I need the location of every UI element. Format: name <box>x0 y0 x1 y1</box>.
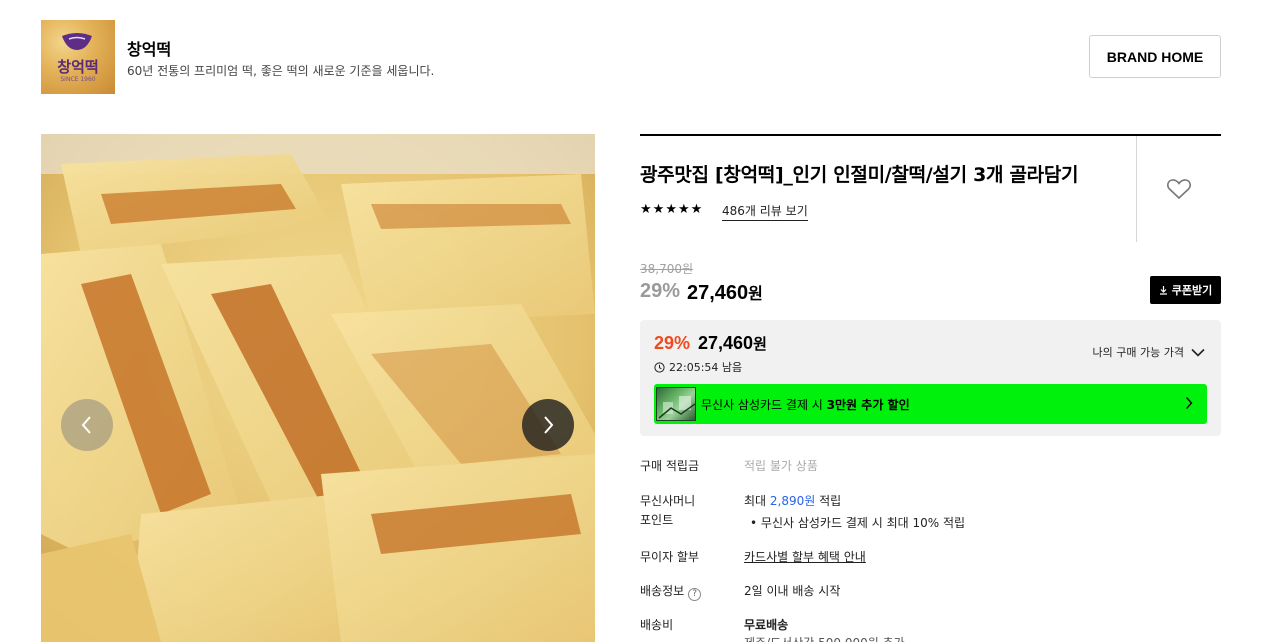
money-amount: 2,890원 <box>769 494 816 508</box>
star-icon: ★ <box>665 202 677 217</box>
my-price-box: 29% 27,460원 22:05:54 남음 나의 구매 가능 가격 무신사 … <box>640 320 1221 436</box>
logo-text: 창억떡 <box>57 58 99 76</box>
my-price: 27,460원 <box>698 333 767 354</box>
brand-name[interactable]: 창억떡 <box>127 36 171 60</box>
star-icon: ★ <box>652 202 665 217</box>
my-discount-rate: 29% <box>654 333 691 353</box>
installment-label: 무이자 할부 <box>640 550 700 564</box>
installment-link[interactable]: 카드사별 할부 혜택 안내 <box>744 548 866 565</box>
currency: 원 <box>748 284 763 303</box>
points-value: 적립 불가 상품 <box>744 459 818 473</box>
card-promo-banner[interactable]: 무신사 삼성카드 결제 시 3만원 추가 할인 <box>654 384 1207 424</box>
sale-price: 27,460원 <box>687 280 763 305</box>
chevron-right-icon <box>1185 397 1193 409</box>
logo-mark-icon <box>62 33 92 50</box>
review-link[interactable]: 486개 리뷰 보기 <box>722 202 808 221</box>
gallery-next-button[interactable] <box>522 399 574 451</box>
product-image-gallery[interactable] <box>41 134 595 642</box>
money-label-2: 포인트 <box>640 513 674 527</box>
coupon-label: 쿠폰받기 <box>1171 284 1213 297</box>
points-label: 구매 적립금 <box>640 459 700 473</box>
money-label-1: 무신사머니 <box>640 494 696 508</box>
logo-subtext: SINCE 1960 <box>60 76 96 83</box>
rating-stars: ★ ★ ★ ★ ★ <box>640 203 702 217</box>
divider <box>1136 136 1137 242</box>
original-price: 38,700원 <box>640 262 694 276</box>
fee-note: 제주/도서산간 500,000원 추가 <box>744 634 905 642</box>
chevron-left-icon <box>81 416 91 434</box>
coupon-button[interactable]: 쿠폰받기 <box>1150 276 1221 304</box>
chevron-right-icon <box>544 416 554 434</box>
delivery-label: 배송정보? <box>640 582 702 601</box>
my-price-label: 나의 구매 가능 가격 <box>1092 346 1184 359</box>
brand-home-button[interactable]: BRAND HOME <box>1089 35 1221 78</box>
money-value: 최대 2,890원 적립 <box>744 494 842 508</box>
gallery-prev-button[interactable] <box>61 399 113 451</box>
heart-icon[interactable] <box>1166 177 1192 201</box>
help-icon[interactable]: ? <box>688 588 702 601</box>
timer-text: 22:05:54 남음 <box>669 361 743 374</box>
promo-text: 무신사 삼성카드 결제 시 3만원 추가 할인 <box>701 397 910 412</box>
my-price-toggle[interactable]: 나의 구매 가능 가격 <box>1093 344 1205 360</box>
star-icon: ★ <box>690 202 703 217</box>
star-icon: ★ <box>677 202 690 217</box>
fee-value: 무료배송 <box>744 618 789 632</box>
sale-price-value: 27,460 <box>687 282 749 304</box>
promo-thumbnail <box>656 387 696 421</box>
clock-icon <box>654 361 665 373</box>
fee-label: 배송비 <box>640 618 674 632</box>
brand-logo[interactable]: 창억떡 SINCE 1960 <box>41 20 115 94</box>
product-title: 광주맛집 [창억떡]_인기 인절미/찰떡/설기 3개 골라담기 <box>640 164 1079 186</box>
star-icon: ★ <box>640 202 652 217</box>
brand-description: 60년 전통의 프리미엄 떡, 좋은 떡의 새로운 기준을 세웁니다. <box>127 64 435 78</box>
chevron-down-icon <box>1191 348 1205 357</box>
divider <box>640 134 1221 136</box>
discount-rate: 29% <box>640 280 681 302</box>
money-bullet: • 무신사 삼성카드 결제 시 최대 10% 적립 <box>750 516 966 530</box>
product-photo <box>41 134 595 642</box>
currency: 원 <box>753 335 767 353</box>
my-price-value: 27,460 <box>698 333 754 353</box>
download-icon <box>1159 286 1167 295</box>
delivery-value: 2일 이내 배송 시작 <box>744 584 841 598</box>
timer: 22:05:54 남음 <box>654 359 742 375</box>
